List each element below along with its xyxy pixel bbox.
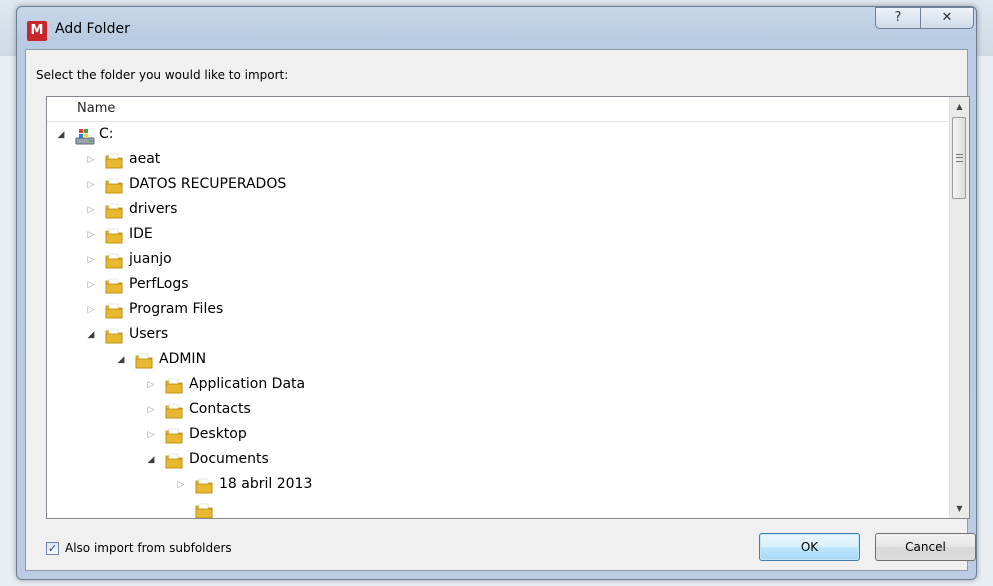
checkmark-icon: ✓ [47, 542, 58, 555]
column-header-label: Name [77, 101, 116, 116]
expand-arrow-icon[interactable]: ▷ [145, 423, 157, 448]
folder-icon [105, 228, 123, 244]
title-bar[interactable]: M Add Folder ? ✕ [17, 7, 976, 49]
folder-icon [165, 378, 183, 394]
subfolders-checkbox[interactable]: ✓ [46, 542, 59, 555]
tree-item-label: Contacts [189, 401, 251, 417]
ok-button[interactable]: OK [759, 533, 860, 561]
tree-item-label: DATOS RECUPERADOS [129, 176, 287, 192]
tree-item[interactable]: ▷ juanjo [47, 248, 950, 273]
folder-icon [195, 503, 213, 518]
tree-item[interactable] [47, 498, 950, 518]
tree-item[interactable]: ◢ Users [47, 323, 950, 348]
folder-icon [105, 253, 123, 269]
tree-item-label: ADMIN [159, 351, 207, 367]
tree-item[interactable]: ▷ 18 abril 2013 [47, 473, 950, 498]
scroll-up-icon[interactable]: ▲ [951, 98, 968, 115]
app-icon: M [27, 21, 47, 41]
dialog-body: Select the folder you would like to impo… [25, 49, 976, 571]
expand-arrow-icon[interactable]: ▷ [175, 473, 187, 498]
tree-item-label: drivers [129, 201, 178, 217]
expand-arrow-icon[interactable]: ▷ [85, 223, 97, 248]
tree-item[interactable]: ▷ aeat [47, 148, 950, 173]
add-folder-dialog: M Add Folder ? ✕ Select the folder you w… [16, 6, 977, 580]
tree-item-label: IDE [129, 226, 153, 242]
window-title: Add Folder [55, 21, 130, 37]
scroll-down-icon[interactable]: ▼ [951, 500, 968, 517]
collapse-arrow-icon[interactable]: ◢ [85, 323, 97, 348]
tree-item-label: juanjo [129, 251, 172, 267]
expand-arrow-icon[interactable]: ▷ [145, 398, 157, 423]
folder-tree[interactable]: Name ◢ C: ▷ aeat ▷ DATOS RECUPERADOS ▷ drivers ▷… [46, 96, 970, 519]
tree-item-label: Desktop [189, 426, 247, 442]
scroll-thumb[interactable] [952, 117, 966, 199]
tree-item[interactable]: ▷ Application Data [47, 373, 950, 398]
collapse-arrow-icon[interactable]: ◢ [55, 123, 67, 148]
folder-icon [105, 203, 123, 219]
tree-item[interactable]: ◢ ADMIN [47, 348, 950, 373]
tree-item-label: aeat [129, 151, 161, 167]
folder-icon [195, 478, 213, 494]
drive-icon [75, 128, 95, 145]
tree-item[interactable]: ▷ PerfLogs [47, 273, 950, 298]
collapse-arrow-icon[interactable]: ◢ [115, 348, 127, 373]
tree-item[interactable]: ▷ Desktop [47, 423, 950, 448]
expand-arrow-icon[interactable]: ▷ [85, 198, 97, 223]
expand-arrow-icon[interactable]: ▷ [85, 248, 97, 273]
cancel-button[interactable]: Cancel [875, 533, 976, 561]
expand-arrow-icon[interactable]: ▷ [145, 373, 157, 398]
tree-item-label: C: [99, 126, 114, 142]
tree-item[interactable]: ▷ IDE [47, 223, 950, 248]
subfolders-label: Also import from subfolders [65, 541, 232, 555]
help-icon: ? [894, 10, 902, 25]
tree-item[interactable]: ▷ Contacts [47, 398, 950, 423]
tree-item-label: 18 abril 2013 [219, 476, 313, 492]
expand-arrow-icon[interactable]: ▷ [85, 173, 97, 198]
tree-item[interactable]: ◢ Documents [47, 448, 950, 473]
folder-icon [135, 353, 153, 369]
tree-item-label: Program Files [129, 301, 224, 317]
tree-item[interactable]: ▷ DATOS RECUPERADOS [47, 173, 950, 198]
tree-item[interactable]: ▷ drivers [47, 198, 950, 223]
expand-arrow-icon[interactable]: ▷ [85, 298, 97, 323]
folder-icon [105, 178, 123, 194]
close-button[interactable]: ✕ [920, 7, 974, 29]
tree-item[interactable]: ▷ Program Files [47, 298, 950, 323]
help-button[interactable]: ? [875, 7, 921, 29]
tree-item-label: PerfLogs [129, 276, 189, 292]
close-icon: ✕ [941, 10, 953, 25]
tree-item-label: Documents [189, 451, 269, 467]
folder-icon [105, 303, 123, 319]
column-header-name[interactable]: Name [47, 97, 950, 122]
tree-item[interactable]: ◢ C: [47, 123, 950, 148]
instruction-text: Select the folder you would like to impo… [36, 68, 289, 82]
folder-icon [105, 328, 123, 344]
grip-icon [956, 154, 963, 162]
tree-item-label: Users [129, 326, 169, 342]
expand-arrow-icon[interactable]: ▷ [85, 273, 97, 298]
folder-icon [165, 453, 183, 469]
expand-arrow-icon[interactable]: ▷ [85, 148, 97, 173]
folder-icon [165, 403, 183, 419]
tree-rows: ◢ C: ▷ aeat ▷ DATOS RECUPERADOS ▷ drivers ▷ IDE ▷ j… [47, 123, 950, 518]
folder-icon [165, 428, 183, 444]
folder-icon [105, 278, 123, 294]
folder-icon [105, 153, 123, 169]
collapse-arrow-icon[interactable]: ◢ [145, 448, 157, 473]
tree-item-label: Application Data [189, 376, 306, 392]
vertical-scrollbar[interactable]: ▲ ▼ [949, 97, 969, 518]
